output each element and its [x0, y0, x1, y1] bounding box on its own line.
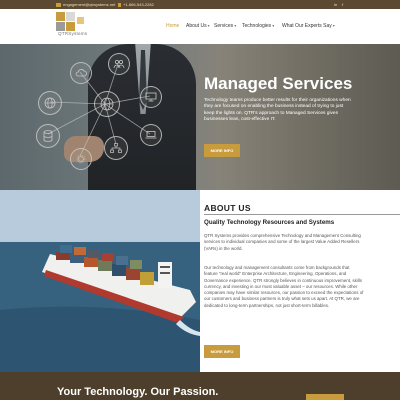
- bottom-button[interactable]: [306, 394, 344, 400]
- about-paragraph: Our technology and management consultant…: [204, 265, 364, 308]
- logo-square: [56, 22, 65, 31]
- nav-what-our-experts-say[interactable]: What Our Experts Say▾: [282, 23, 335, 29]
- about-more-info-button[interactable]: MORE INFO: [204, 345, 240, 358]
- logo-square: [77, 17, 84, 24]
- page: engagement@qtrsystems.net +1-866-543-228…: [0, 0, 400, 400]
- mail-icon: [56, 2, 61, 7]
- facebook-icon[interactable]: f: [342, 2, 343, 7]
- linkedin-icon[interactable]: in: [334, 2, 337, 7]
- about-divider: [204, 214, 400, 215]
- hero-description: Technology teams produce better results …: [204, 98, 351, 123]
- about-title: ABOUT US: [204, 203, 251, 213]
- nav-experts-label[interactable]: What Our Experts Say: [282, 23, 332, 29]
- cargo-ship-illustration: [0, 190, 200, 372]
- nav-services[interactable]: Services▾: [214, 23, 236, 29]
- about-paragraph: QTR Systems provides comprehensive Techn…: [204, 233, 361, 251]
- topbar-phone[interactable]: +1-866-543-2282: [118, 2, 154, 7]
- topbar-email[interactable]: engagement@qtrsystems.net: [56, 2, 115, 7]
- logo-text: QTRSystems: [58, 31, 88, 36]
- chevron-down-icon: ▾: [207, 23, 210, 28]
- chevron-down-icon: ▾: [234, 23, 237, 28]
- hero-more-info-button[interactable]: MORE INFO: [204, 144, 240, 157]
- nav-about-us-label[interactable]: About Us: [186, 23, 207, 29]
- phone-icon: [118, 2, 121, 7]
- nav-home-label[interactable]: Home: [166, 23, 179, 29]
- nav-technologies[interactable]: Technologies▾: [242, 23, 274, 29]
- site-logo[interactable]: QTRSystems: [56, 12, 103, 40]
- cargo-ship-image: [0, 190, 200, 372]
- logo-square: [66, 12, 75, 21]
- nav-services-label[interactable]: Services: [214, 23, 233, 29]
- top-bar: engagement@qtrsystems.net +1-866-543-228…: [0, 0, 400, 9]
- logo-square: [56, 12, 65, 21]
- bottom-title: Your Technology. Our Passion.: [57, 386, 219, 398]
- hero-title: Managed Services: [204, 74, 353, 93]
- topbar-phone-text[interactable]: +1-866-543-2282: [123, 2, 154, 7]
- topbar-email-text[interactable]: engagement@qtrsystems.net: [63, 2, 115, 7]
- chevron-down-icon: ▾: [332, 23, 335, 28]
- chevron-down-icon: ▾: [272, 23, 275, 28]
- nav-about-us[interactable]: About Us▾: [186, 23, 210, 29]
- logo-square: [66, 22, 75, 31]
- about-subtitle: Quality Technology Resources and Systems: [204, 219, 335, 226]
- nav-home[interactable]: Home: [166, 23, 179, 29]
- nav-technologies-label[interactable]: Technologies: [242, 23, 271, 29]
